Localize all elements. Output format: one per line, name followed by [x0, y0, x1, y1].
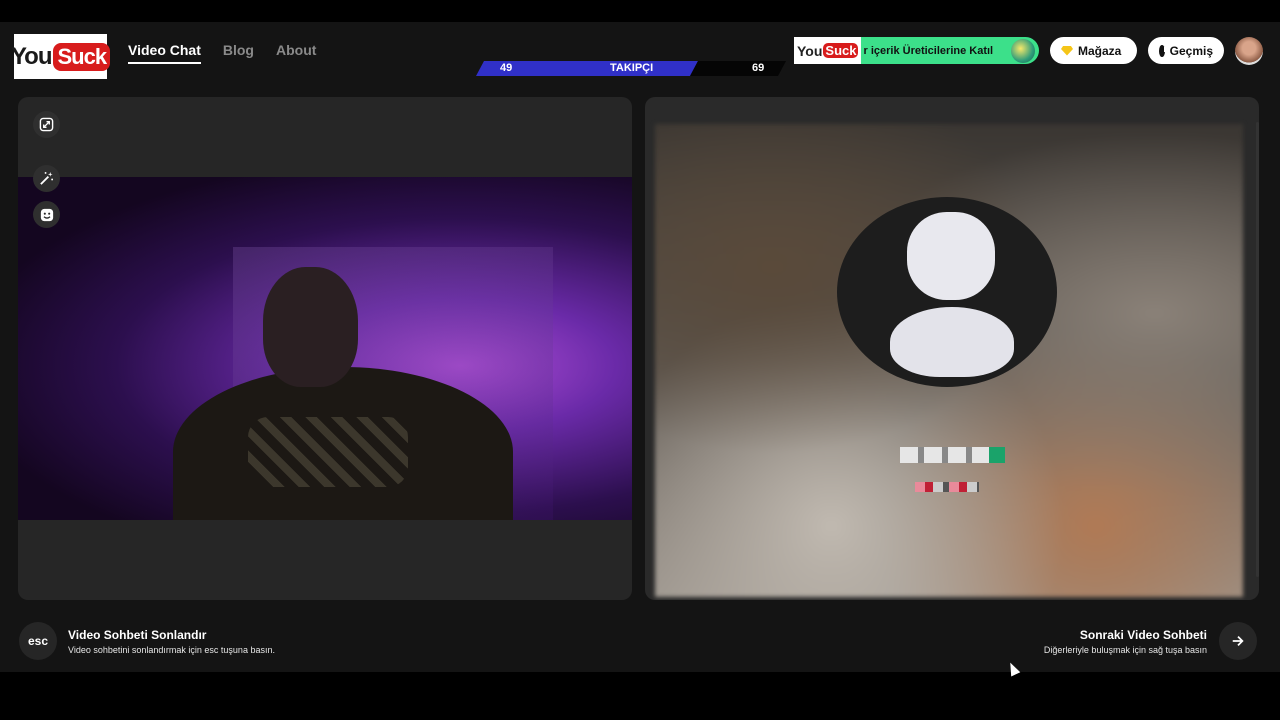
- nav-video-chat[interactable]: Video Chat: [128, 42, 201, 64]
- follower-bar: 49 TAKIPÇI 69: [476, 61, 786, 76]
- follower-label: TAKIPÇI: [610, 62, 654, 74]
- banner-text: r içerik Üreticilerine Katıl: [863, 44, 994, 57]
- esc-key-label: esc: [27, 634, 49, 648]
- banner-orb-icon: [1011, 38, 1035, 63]
- local-camera-feed: [18, 177, 632, 520]
- shop-label: Mağaza: [1078, 43, 1122, 58]
- logo[interactable]: You Suck: [10, 34, 111, 79]
- banner-logo-suck: Suck: [823, 43, 859, 58]
- clock-icon: [1159, 44, 1166, 57]
- user-avatar[interactable]: [1235, 37, 1263, 65]
- nav-about[interactable]: About: [276, 42, 316, 64]
- banner-logo: You Suck: [794, 37, 862, 64]
- history-button[interactable]: Geçmiş: [1148, 37, 1224, 64]
- local-video-panel: [18, 97, 632, 600]
- remote-video-panel: [645, 97, 1259, 600]
- creator-banner[interactable]: You Suck r içerik Üreticilerine Katıl: [794, 37, 1039, 64]
- next-chat-subtitle: Diğerleriyle buluşmak için sağ tuşa bası…: [1043, 645, 1207, 655]
- logo-suck: Suck: [53, 42, 111, 71]
- camera-person-head: [263, 267, 358, 387]
- next-chat-button[interactable]: [1219, 622, 1257, 660]
- effects-button[interactable]: [33, 165, 60, 192]
- expand-button[interactable]: [33, 111, 60, 138]
- shop-button[interactable]: Mağaza: [1050, 37, 1137, 64]
- expand-icon: [39, 117, 54, 132]
- blurred-status: [915, 482, 979, 492]
- next-chat-title: Sonraki Video Sohbeti: [1079, 628, 1207, 642]
- placeholder-body: [890, 307, 1014, 377]
- emoji-icon: [40, 208, 53, 221]
- app-frame: You Suck Video Chat Blog About 49 TAKIPÇ…: [0, 22, 1280, 672]
- end-chat-button[interactable]: esc: [19, 622, 57, 660]
- nav-blog[interactable]: Blog: [223, 42, 254, 64]
- emoji-button[interactable]: [33, 201, 60, 228]
- banner-logo-you: You: [797, 42, 823, 59]
- logo-you: You: [10, 42, 53, 70]
- history-label: Geçmiş: [1169, 43, 1213, 58]
- follower-bar-track: [690, 61, 786, 76]
- arrow-right-icon: [1232, 636, 1244, 646]
- follower-count-right: 69: [752, 62, 765, 74]
- main-nav: Video Chat Blog About: [128, 42, 316, 64]
- scrollbar[interactable]: [1256, 122, 1259, 577]
- camera-person-pattern: [248, 417, 408, 487]
- end-chat-title: Video Sohbeti Sonlandır: [68, 628, 207, 642]
- placeholder-head: [907, 212, 995, 300]
- end-chat-subtitle: Video sohbetini sonlandırmak için esc tu…: [68, 645, 275, 655]
- magic-wand-icon: [40, 171, 54, 185]
- gem-icon: [1061, 45, 1073, 56]
- blurred-username: [900, 447, 1005, 463]
- follower-count-left: 49: [500, 62, 513, 74]
